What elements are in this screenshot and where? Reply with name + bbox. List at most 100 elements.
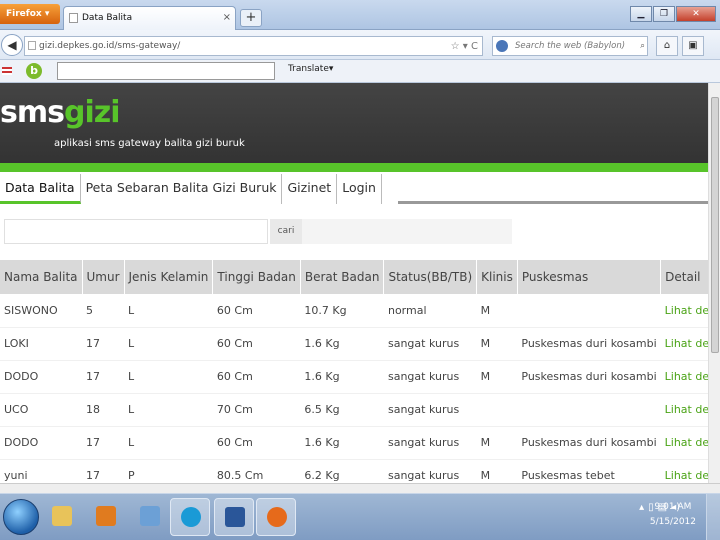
detail-link[interactable]: Lihat detail — [660, 327, 708, 361]
babylon-logo-icon[interactable]: b — [26, 63, 42, 79]
detail-link[interactable]: Lihat detail — [660, 360, 708, 394]
flag-icon[interactable] — [2, 67, 12, 75]
table-cell: DODO — [0, 426, 82, 460]
table-row: UCO18L70 Cm6.5 Kgsangat kurus Lihat detai… — [0, 393, 708, 427]
search-input[interactable] — [4, 219, 268, 244]
site-tagline: aplikasi sms gateway balita gizi buruk — [54, 138, 245, 149]
header-accent-bar — [0, 163, 708, 172]
table-cell: SISWONO — [0, 294, 82, 328]
web-search-input[interactable]: Search the web (Babylon) ⌕ — [492, 36, 648, 56]
tab-close-icon[interactable]: × — [223, 7, 231, 29]
menu-item-gizinet[interactable]: Gizinet — [282, 174, 338, 204]
detail-link[interactable]: Lihat detail — [660, 426, 708, 460]
detail-link[interactable]: Lihat detail — [660, 393, 708, 427]
table-cell: 60 Cm — [212, 360, 301, 394]
table-cell: 1.6 Kg — [300, 426, 384, 460]
table-cell: Puskesmas tebet — [517, 459, 661, 483]
bookmark-star-icon[interactable]: ☆ — [451, 41, 460, 52]
table-cell: L — [124, 294, 213, 328]
new-tab-button[interactable]: + — [240, 9, 262, 27]
table-cell: M — [476, 360, 518, 394]
table-cell: yuni — [0, 459, 82, 483]
page-favicon-icon — [69, 13, 78, 23]
brand-gizi: gizi — [63, 95, 121, 130]
table-cell: 6.5 Kg — [300, 393, 384, 427]
close-window-button[interactable]: ✕ — [676, 6, 716, 22]
page-content: smsgizi aplikasi sms gateway balita gizi… — [0, 83, 708, 483]
taskbar-clock[interactable]: 9:01 AM 5/15/2012 — [650, 500, 696, 530]
table-cell: M — [476, 426, 518, 460]
home-button[interactable]: ⌂ — [656, 36, 678, 56]
table-cell: sangat kurus — [383, 426, 477, 460]
show-desktop-button[interactable] — [706, 494, 720, 540]
column-header: Status(BB/TB) — [383, 260, 478, 294]
word-taskbar-icon[interactable] — [214, 498, 254, 536]
table-cell — [476, 393, 518, 427]
table-cell: P — [124, 459, 213, 483]
scrollbar-thumb[interactable] — [711, 97, 719, 353]
clock-date: 5/15/2012 — [649, 517, 696, 527]
table-cell — [517, 294, 661, 328]
window-controls: ▁ ❐ ✕ — [630, 6, 716, 22]
table-cell: 70 Cm — [212, 393, 301, 427]
table-row: yuni 17 P 80.5 Cm 6.2 Kg sangat kurus M Puskesm… — [0, 459, 708, 483]
media-player-taskbar-icon[interactable] — [86, 498, 126, 536]
tray-arrow-icon[interactable]: ▴ — [639, 502, 644, 513]
url-actions: ☆ ▾ C — [451, 38, 478, 56]
horizontal-scrollbar[interactable] — [0, 483, 720, 493]
search-placeholder: Search the web (Babylon) — [515, 41, 626, 51]
dropdown-arrow-icon[interactable]: ▾ — [463, 41, 468, 52]
reload-icon[interactable]: C — [471, 41, 478, 52]
start-button[interactable] — [3, 499, 39, 535]
table-row: SISWONO5L60 Cm10.7 KgnormalM Lihat detail — [0, 294, 708, 328]
addon-button[interactable]: ▣ — [682, 36, 704, 56]
detail-link[interactable]: Lihat detail — [660, 294, 708, 328]
url-text[interactable]: gizi.depkes.go.id/sms-gateway/ — [39, 41, 180, 51]
minimize-button[interactable]: ▁ — [630, 6, 652, 22]
paint-taskbar-icon[interactable] — [130, 498, 170, 536]
table-row: DODO 17 L 60 Cm 1.6 Kg sangat kurus M Puskesmas… — [0, 360, 708, 394]
table-row: LOKI 17 L 60 Cm 1.6 Kg sangat kurus M Puskesmas… — [0, 327, 708, 361]
table-row: DODO 17 L 60 Cm 1.6 Kg sangat kurus M Puskesmas… — [0, 426, 708, 460]
back-button[interactable]: ◀ — [1, 34, 23, 56]
toolbar-search-input[interactable] — [57, 62, 275, 80]
windows-taskbar: ▴ ▯ ▤ ◂) 9:01 AM 5/15/2012 — [0, 493, 720, 540]
table-cell: 5 — [82, 294, 125, 328]
table-cell: Puskesmas duri kosambi — [517, 327, 661, 361]
table-cell: L — [124, 360, 213, 394]
table-cell: UCO — [0, 393, 82, 427]
detail-link[interactable]: Lihat detail — [660, 459, 708, 483]
column-header: Berat Badan — [300, 260, 385, 294]
menu-item-peta-sebaran[interactable]: Peta Sebaran Balita Gizi Buruk — [81, 174, 283, 204]
data-table: Nama Balita Umur Jenis Kelamin Tinggi Ba… — [0, 260, 708, 483]
table-cell: 17 — [82, 327, 125, 361]
explorer-taskbar-icon[interactable] — [42, 498, 82, 536]
table-cell — [517, 393, 661, 427]
menu-item-data-balita[interactable]: Data Balita — [0, 174, 81, 204]
search-button[interactable]: cari — [270, 219, 302, 244]
search-engine-icon[interactable] — [496, 40, 508, 52]
table-cell: 18 — [82, 393, 125, 427]
translate-button[interactable]: Translate▾ — [288, 64, 333, 74]
table-cell: DODO — [0, 360, 82, 394]
firefox-menu-button[interactable]: Firefox ▾ — [0, 4, 60, 24]
table-cell: Puskesmas duri kosambi — [517, 360, 661, 394]
table-cell: normal — [383, 294, 477, 328]
browser-tab[interactable]: Data Balita × — [63, 6, 236, 30]
brand-sms: sms — [0, 95, 65, 130]
firefox-taskbar-icon[interactable] — [256, 498, 296, 536]
address-bar[interactable]: gizi.depkes.go.id/sms-gateway/ ☆ ▾ C — [24, 36, 483, 56]
column-header: Puskesmas — [517, 260, 662, 294]
maximize-button[interactable]: ❐ — [653, 6, 675, 22]
table-cell: 6.2 Kg — [300, 459, 384, 483]
search-bar-background — [302, 219, 512, 244]
site-logo[interactable]: smsgizi — [0, 95, 120, 130]
app-plus-taskbar-icon[interactable] — [170, 498, 210, 536]
tab-title: Data Balita — [82, 13, 133, 23]
vertical-scrollbar[interactable] — [708, 83, 720, 483]
search-icon[interactable]: ⌕ — [640, 37, 645, 55]
browser-navbar: ◀ gizi.depkes.go.id/sms-gateway/ ☆ ▾ C S… — [0, 30, 720, 60]
table-cell: 1.6 Kg — [300, 327, 384, 361]
menu-divider — [398, 201, 708, 204]
menu-item-login[interactable]: Login — [337, 174, 382, 204]
